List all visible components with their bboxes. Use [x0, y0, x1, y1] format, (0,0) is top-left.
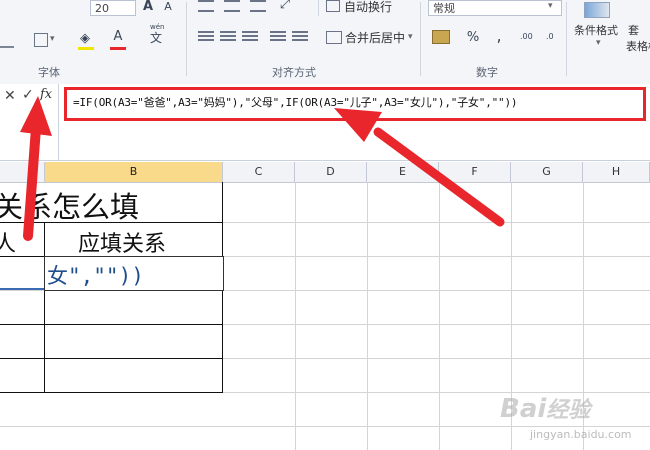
- annotation-arrow-head: [20, 96, 52, 136]
- annotation-arrow-shaft: [23, 123, 41, 241]
- watermark-brand2: 经验: [546, 398, 591, 423]
- annotation-arrow-head: [334, 108, 382, 142]
- watermark-url: jingyan.baidu.com: [530, 428, 632, 441]
- annotation-arrow-shaft: [373, 127, 505, 227]
- watermark-brand: Bai: [500, 394, 547, 424]
- annotation-overlay: [20, 96, 505, 241]
- watermark-logo: Bai经验: [500, 392, 590, 424]
